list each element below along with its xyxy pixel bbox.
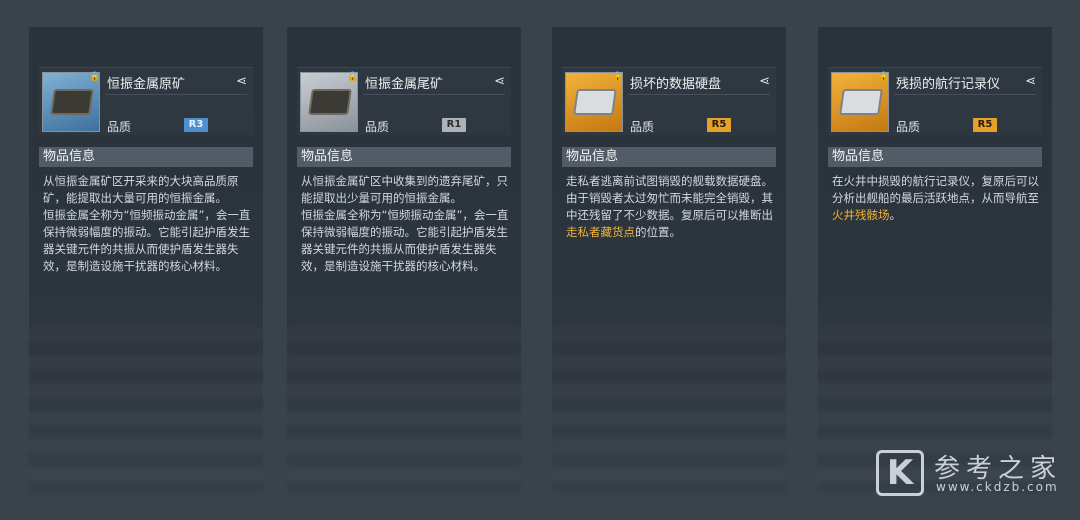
- watermark-url: www.ckdzb.com: [936, 480, 1059, 494]
- quality-label: 品质: [107, 120, 132, 134]
- description-paragraph: 恒振金属全称为“恒频振动金属”，会一直保持微弱幅度的振动。它能引起护盾发生器关键…: [43, 208, 251, 273]
- lock-icon: 🔒: [347, 72, 359, 82]
- rarity-badge: R5: [707, 118, 731, 132]
- rarity-badge: R1: [442, 118, 466, 132]
- description-text: 在火井中损毁的航行记录仪，复原后可以分析出舰船的最后活跃地点，从而导航至: [832, 174, 1039, 205]
- location-highlight: 走私者藏货点: [566, 225, 635, 239]
- share-icon[interactable]: ⋖: [494, 74, 505, 89]
- share-icon[interactable]: ⋖: [1025, 74, 1036, 89]
- item-name: 恒振金属原矿: [107, 77, 186, 92]
- description-text: 走私者逃离前试图销毁的舰载数据硬盘。由于销毁者太过匆忙而未能完全销毁，其中还残留…: [566, 174, 773, 222]
- item-card-4: 🔒 残损的航行记录仪 ⋖ 品质 R5 物品信息 在火井中损毁的航行记录仪，复原后…: [818, 27, 1052, 497]
- description-paragraph: 恒振金属全称为“恒频振动金属”，会一直保持微弱幅度的振动。它能引起护盾发生器关键…: [301, 208, 509, 273]
- item-header: 🔒 恒振金属尾矿 ⋖ 品质 R1: [297, 67, 511, 135]
- item-header: 🔒 残损的航行记录仪 ⋖ 品质 R5: [828, 67, 1042, 135]
- background-fog: [552, 327, 786, 497]
- item-header: 🔒 恒振金属原矿 ⋖ 品质 R3: [39, 67, 253, 135]
- item-name: 恒振金属尾矿: [365, 77, 444, 92]
- header-divider: [894, 94, 1036, 95]
- item-info-header: 物品信息: [562, 147, 776, 167]
- watermark-logo: K: [876, 450, 924, 496]
- item-description: 走私者逃离前试图销毁的舰载数据硬盘。由于销毁者太过匆忙而未能完全销毁，其中还残留…: [566, 173, 774, 241]
- share-icon[interactable]: ⋖: [236, 74, 247, 89]
- location-highlight: 火井残骸场: [832, 208, 890, 222]
- quality-label: 品质: [630, 120, 655, 134]
- header-divider: [105, 94, 247, 95]
- background-fog: [29, 327, 263, 497]
- item-info-header: 物品信息: [297, 147, 511, 167]
- quality-label: 品质: [896, 120, 921, 134]
- header-divider: [363, 94, 505, 95]
- share-icon[interactable]: ⋖: [759, 74, 770, 89]
- item-card-2: 🔒 恒振金属尾矿 ⋖ 品质 R1 物品信息 从恒振金属矿区中收集到的遗弃尾矿，只…: [287, 27, 521, 497]
- description-text: 。: [889, 208, 902, 222]
- item-info-header: 物品信息: [828, 147, 1042, 167]
- item-card-1: 🔒 恒振金属原矿 ⋖ 品质 R3 物品信息 从恒振金属矿区开采来的大块高品质原矿…: [29, 27, 263, 497]
- rarity-badge: R3: [184, 118, 208, 132]
- quality-label: 品质: [365, 120, 390, 134]
- lock-icon: 🔒: [878, 72, 890, 82]
- item-name: 损坏的数据硬盘: [630, 77, 722, 92]
- item-description: 在火井中损毁的航行记录仪，复原后可以分析出舰船的最后活跃地点，从而导航至火井残骸…: [832, 173, 1040, 224]
- description-paragraph: 从恒振金属矿区开采来的大块高品质原矿，能提取出大量可用的恒振金属。: [43, 174, 239, 205]
- lock-icon: 🔒: [612, 72, 624, 82]
- description-text: 的位置。: [635, 225, 681, 239]
- description-paragraph: 从恒振金属矿区中收集到的遗弃尾矿，只能提取出少量可用的恒振金属。: [301, 174, 508, 205]
- lock-icon: 🔒: [89, 72, 101, 82]
- item-name: 残损的航行记录仪: [896, 77, 1001, 92]
- background-fog: [287, 327, 521, 497]
- watermark: K 参考之家 www.ckdzb.com: [876, 448, 1076, 500]
- item-description: 从恒振金属矿区中收集到的遗弃尾矿，只能提取出少量可用的恒振金属。 恒振金属全称为…: [301, 173, 509, 275]
- item-card-3: 🔒 损坏的数据硬盘 ⋖ 品质 R5 物品信息 走私者逃离前试图销毁的舰载数据硬盘…: [552, 27, 786, 497]
- header-divider: [628, 94, 770, 95]
- item-description: 从恒振金属矿区开采来的大块高品质原矿，能提取出大量可用的恒振金属。 恒振金属全称…: [43, 173, 251, 275]
- item-header: 🔒 损坏的数据硬盘 ⋖ 品质 R5: [562, 67, 776, 135]
- rarity-badge: R5: [973, 118, 997, 132]
- item-info-header: 物品信息: [39, 147, 253, 167]
